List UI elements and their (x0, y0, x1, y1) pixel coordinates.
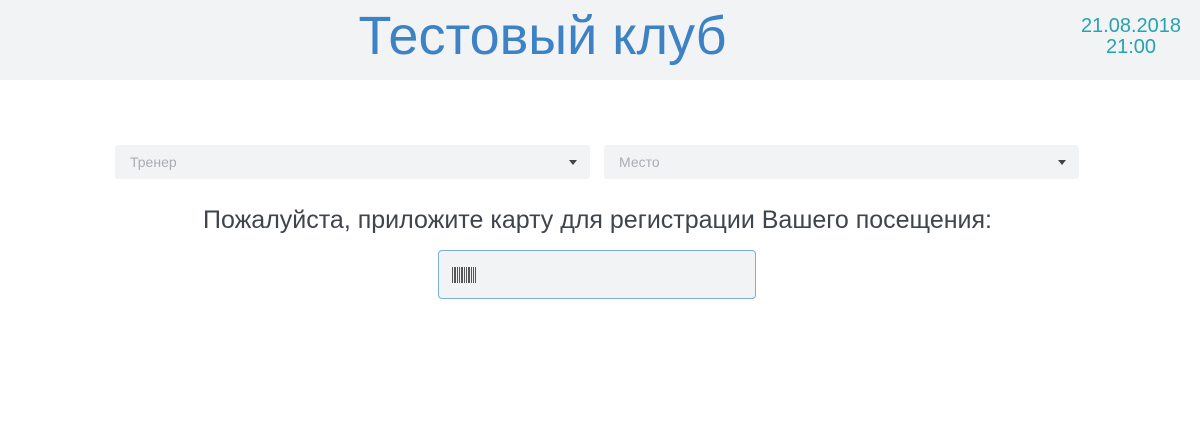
trainer-select[interactable]: Тренер (115, 145, 590, 179)
datetime-display: 21.08.2018 21:00 (1071, 16, 1191, 58)
trainer-select-placeholder: Тренер (130, 154, 177, 170)
time-label: 21:00 (1105, 36, 1157, 58)
date-label: 21.08.2018 (1080, 15, 1182, 37)
card-input-field[interactable] (438, 250, 756, 300)
card-number-input[interactable] (483, 251, 747, 300)
header-bar: Тестовый клуб 21.08.2018 21:00 (0, 0, 1200, 80)
barcode-icon (452, 267, 476, 283)
place-select[interactable]: Место (604, 145, 1079, 179)
chevron-down-icon (569, 160, 577, 165)
club-title: Тестовый клуб (358, 6, 727, 66)
card-prompt: Пожалуйста, приложите карту для регистра… (202, 206, 992, 234)
chevron-down-icon (1058, 160, 1066, 165)
place-select-placeholder: Место (619, 154, 660, 170)
